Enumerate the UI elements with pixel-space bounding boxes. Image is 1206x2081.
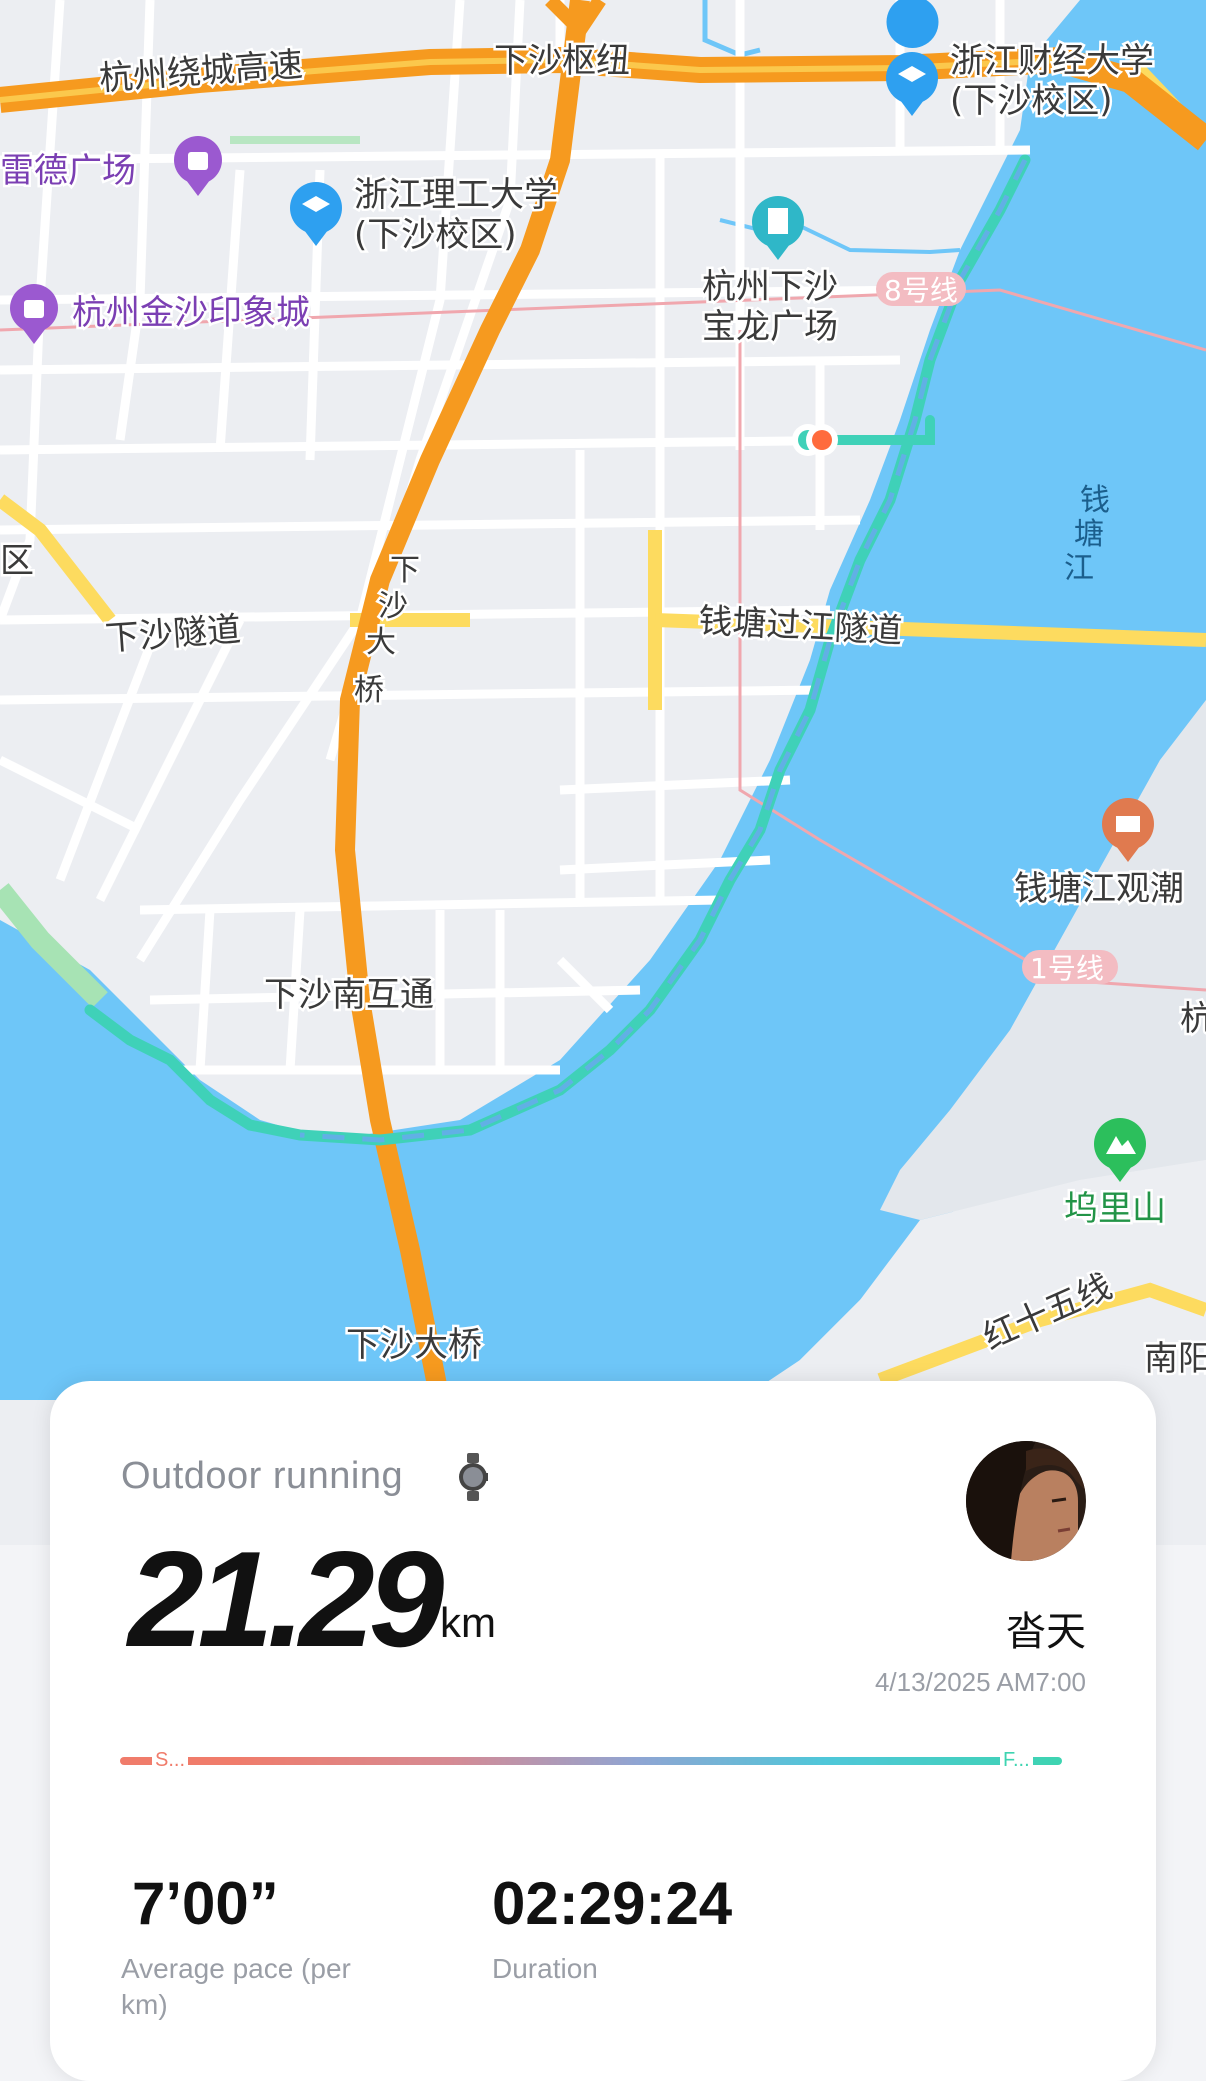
- label-plaza-left: 雷德广场: [0, 151, 136, 191]
- progress-gradient: [120, 1757, 1062, 1765]
- duration-label: Duration: [492, 1953, 598, 1984]
- label-univ-finance-sub: (下沙校区): [950, 81, 1113, 121]
- label-tide-view: 钱塘江观潮: [1014, 869, 1184, 909]
- avatar[interactable]: [966, 1441, 1086, 1561]
- route-endpoint-markers: [792, 424, 838, 456]
- label-bridge-v2: 沙: [378, 589, 408, 624]
- label-univ-finance: 浙江财经大学: [950, 41, 1154, 81]
- label-bridge-v1: 下: [390, 553, 420, 588]
- label-interchange: 下沙南互通: [264, 975, 434, 1015]
- activity-type: Outdoor running: [121, 1455, 404, 1497]
- label-river-3: 江: [1064, 551, 1094, 586]
- label-mountain: 坞里山: [1064, 1189, 1166, 1229]
- label-river-2: 塘: [1074, 517, 1104, 552]
- distance-unit: km: [440, 1599, 496, 1646]
- activity-summary-card[interactable]: Outdoor running 21.29 km 沓天 4/13/2025 AM…: [50, 1381, 1156, 2081]
- activity-datetime: 4/13/2025 AM7:00: [874, 1667, 1086, 1697]
- label-mall: 杭州金沙印象城: [72, 293, 310, 333]
- progress-start-marker: S...: [152, 1749, 189, 1771]
- label-univ-tech-sub: (下沙校区): [354, 215, 517, 255]
- avatar-image: [966, 1441, 1086, 1561]
- distance-value: 21.29: [128, 1523, 444, 1675]
- map-canvas: 杭州绕城高速 下沙枢纽 浙江财经大学 (下沙校区) 雷德广场 浙江理工大学 (下…: [0, 0, 1206, 1545]
- user-name: 沓天: [1006, 1609, 1086, 1655]
- label-metro1: 1号线: [1030, 952, 1104, 985]
- label-baolong: 杭州下沙: [702, 267, 838, 307]
- route-map[interactable]: 杭州绕城高速 下沙枢纽 浙江财经大学 (下沙校区) 雷德广场 浙江理工大学 (下…: [0, 0, 1206, 1545]
- label-river-1: 钱: [1080, 483, 1110, 518]
- label-bridge-bottom: 下沙大桥: [346, 1325, 482, 1365]
- label-baolong-sub: 宝龙广场: [702, 307, 838, 347]
- label-metro8: 8号线: [884, 274, 958, 307]
- label-univ-tech: 浙江理工大学: [354, 175, 558, 215]
- label-edge-nanyang: 南阳: [1144, 1339, 1206, 1379]
- label-bridge-v4: 桥: [354, 673, 384, 708]
- route-progress-bar: S... F...: [120, 1749, 1062, 1771]
- duration-value: 02:29:24: [492, 1870, 733, 1937]
- progress-end-marker: F...: [1000, 1749, 1033, 1771]
- label-edge-qu: 区: [0, 541, 34, 581]
- label-edge-hang: 杭: [1180, 999, 1206, 1039]
- label-bridge-v3: 大: [366, 625, 396, 660]
- smartwatch-icon: [459, 1453, 488, 1501]
- average-pace-value: 7’00”: [132, 1870, 279, 1937]
- average-pace-label: Average pace (per km): [121, 1953, 351, 2020]
- label-hub: 下沙枢纽: [494, 41, 630, 81]
